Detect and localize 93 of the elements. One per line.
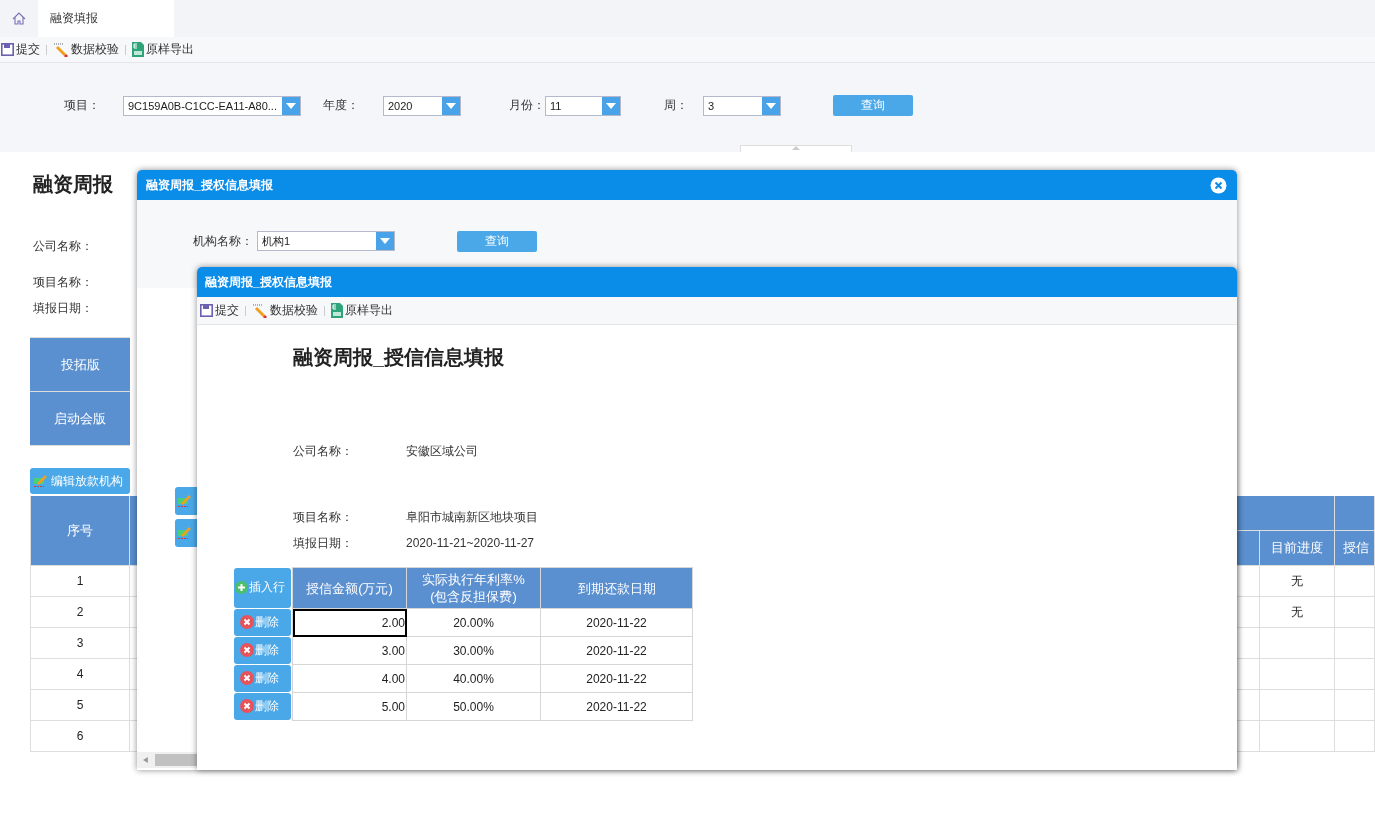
header-cell <box>1335 496 1375 531</box>
tab[interactable]: 融资填报 <box>38 0 174 37</box>
field-label: 填报日期： <box>293 535 354 551</box>
toolbar-button[interactable]: 数据校验 <box>251 300 319 321</box>
dialog-title: 融资周报_授权信息填报 <box>146 176 273 194</box>
table-cell: 40.00% <box>406 664 541 693</box>
column-header: 目前进度 <box>1260 531 1335 566</box>
dropdown[interactable]: 11 <box>545 95 621 116</box>
table-cell: 6 <box>30 721 130 752</box>
amount-cell[interactable]: 2.00 <box>292 608 407 637</box>
table-cell: 50.00% <box>406 692 541 721</box>
field-value: 2020-11-21~2020-11-27 <box>406 535 534 551</box>
table-cell: 20.00% <box>406 608 541 637</box>
table-cell: 3 <box>30 628 130 659</box>
column-header: 授信 <box>1335 531 1375 566</box>
column-header: 实际执行年利率% (包含反担保费) <box>406 567 541 609</box>
plus-icon <box>235 581 248 594</box>
delete-icon <box>240 699 254 713</box>
caret-icon <box>792 146 800 150</box>
column-header: 授信金额(万元) <box>292 567 407 609</box>
pencil-icon <box>53 42 69 57</box>
table-cell: 2 <box>30 597 130 628</box>
caret-icon <box>766 102 776 109</box>
table-cell: 无 <box>1260 597 1335 628</box>
toolbar-button[interactable]: 原样导出 <box>330 300 394 321</box>
delete-icon <box>240 615 254 629</box>
toolbar-button[interactable]: 原样导出 <box>131 39 195 60</box>
filter-label: 项目： <box>64 97 101 114</box>
table-cell <box>1335 597 1375 628</box>
close-button[interactable] <box>1210 176 1227 194</box>
caret-icon <box>286 102 296 109</box>
table-cell: 30.00% <box>406 636 541 665</box>
table-cell <box>1335 628 1375 659</box>
collapse-handle[interactable] <box>740 145 852 152</box>
column-header: 到期还款日期 <box>540 567 693 609</box>
table-cell: 2020-11-22 <box>540 636 693 665</box>
delete-icon <box>240 671 254 685</box>
table-cell: 1 <box>30 566 130 597</box>
edit-button[interactable] <box>175 487 197 515</box>
table-cell <box>1335 659 1375 690</box>
report-title: 融资周报_授信信息填报 <box>293 345 506 369</box>
dropdown[interactable]: 2020 <box>383 95 461 116</box>
spreadsheet-icon <box>132 42 144 57</box>
dropdown[interactable]: 机构1 <box>257 231 395 251</box>
column-header: 序号 <box>30 496 130 566</box>
field-label: 公司名称： <box>33 238 93 254</box>
filter-label: 周： <box>664 97 689 114</box>
table-cell: 4 <box>30 659 130 690</box>
dropdown[interactable]: 3 <box>703 95 781 116</box>
filter-label: 机构名称： <box>193 232 254 250</box>
amount-cell[interactable]: 3.00 <box>292 636 407 665</box>
edit-icon <box>178 495 192 507</box>
filter-label: 年度： <box>323 97 360 114</box>
field-label: 填报日期： <box>33 300 93 316</box>
pencil-icon <box>252 303 268 318</box>
edit-icon <box>178 527 192 539</box>
dialog-title: 融资周报_授权信息填报 <box>205 273 332 291</box>
table-cell <box>1335 721 1375 752</box>
toolbar-button[interactable]: 数据校验 <box>52 39 120 60</box>
field-label: 项目名称： <box>33 274 93 290</box>
edit-icon <box>34 475 48 487</box>
filter-label: 月份： <box>509 97 545 114</box>
amount-cell[interactable]: 5.00 <box>292 692 407 721</box>
spreadsheet-icon <box>331 303 343 318</box>
home-icon <box>12 12 26 25</box>
table-cell: 2020-11-22 <box>540 692 693 721</box>
caret-icon <box>446 102 456 109</box>
save-icon <box>200 304 213 317</box>
table-cell: 2020-11-22 <box>540 608 693 637</box>
table-cell <box>1335 566 1375 597</box>
caret-icon <box>380 238 390 244</box>
field-label: 公司名称： <box>293 443 354 459</box>
arrow-left-icon <box>143 757 148 763</box>
table-cell: 无 <box>1260 566 1335 597</box>
close-icon <box>1210 176 1227 194</box>
toolbar-button[interactable]: 提交 <box>0 39 41 60</box>
header-cell <box>1237 531 1260 566</box>
table-cell <box>1335 690 1375 721</box>
table-cell: 5 <box>30 690 130 721</box>
caret-icon <box>606 102 616 109</box>
field-value: 安徽区域公司 <box>406 443 478 459</box>
field-value: 阜阳市城南新区地块项目 <box>406 509 538 525</box>
amount-cell[interactable]: 4.00 <box>292 664 407 693</box>
field-label: 项目名称： <box>293 509 354 525</box>
delete-icon <box>240 643 254 657</box>
edit-button[interactable] <box>175 519 197 547</box>
scrollbar[interactable] <box>137 752 197 768</box>
table-cell: 2020-11-22 <box>540 664 693 693</box>
version-header: 投拓版 <box>30 338 130 392</box>
page-title: 融资周报 <box>33 172 113 196</box>
toolbar-button[interactable]: 提交 <box>199 300 240 321</box>
version-header: 启动会版 <box>30 392 130 446</box>
dropdown[interactable]: 9C159A0B-C1CC-EA11-A80... <box>123 95 301 116</box>
